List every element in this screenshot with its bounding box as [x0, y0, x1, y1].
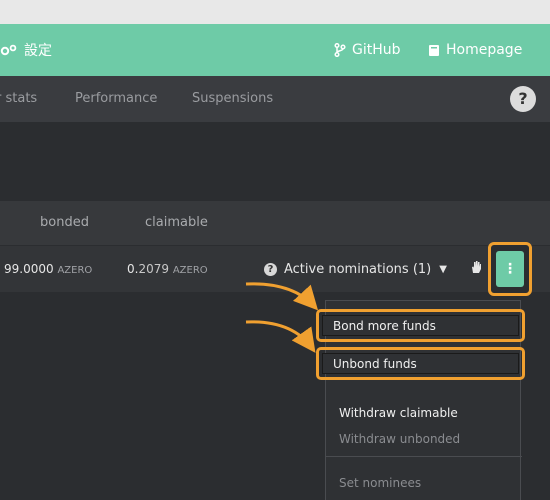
bonded-unit: AZERO [57, 265, 93, 276]
table-row: 99.0000 AZERO 0.2079 AZERO ? Active nomi… [0, 246, 550, 292]
sub-navigation: r stats Performance Suspensions ? [0, 76, 550, 122]
claimable-cell: 0.2079 AZERO [127, 246, 208, 294]
tab-performance[interactable]: Performance [75, 76, 157, 122]
menu-divider [326, 456, 522, 457]
menu-item-unbond-funds[interactable]: Unbond funds [322, 353, 519, 374]
bonded-cell: 99.0000 AZERO [4, 246, 92, 294]
code-branch-icon [334, 43, 346, 57]
book-icon [429, 44, 439, 56]
settings-label: 設定 [24, 43, 52, 59]
question-icon: ? [264, 262, 277, 276]
settings-link[interactable]: 設定 [0, 40, 52, 60]
more-actions-button[interactable]: ⋮ [496, 251, 524, 287]
nominations-dropdown[interactable]: ? Active nominations (1) ▼ [264, 246, 447, 292]
nominations-label: Active nominations (1) [284, 261, 432, 277]
top-strip [0, 0, 550, 24]
menu-item-bond-more-funds[interactable]: Bond more funds [322, 315, 519, 336]
column-header-claimable: claimable [145, 215, 208, 230]
tab-stats[interactable]: r stats [0, 76, 37, 122]
unbond-highlight: Unbond funds [316, 347, 525, 380]
homepage-link[interactable]: Homepage [428, 40, 522, 60]
hand-cursor-icon [472, 261, 481, 273]
github-label: GitHub [352, 42, 401, 58]
menu-item-set-nominees[interactable]: Set nominees [326, 476, 522, 490]
claimable-unit: AZERO [172, 265, 208, 276]
claimable-int: 0. [127, 262, 139, 276]
column-header-bonded: bonded [40, 215, 89, 230]
tab-suspensions[interactable]: Suspensions [192, 76, 273, 122]
help-button[interactable]: ? [510, 86, 536, 112]
claimable-fraction: 2079 [138, 262, 169, 276]
menu-item-withdraw-unbonded[interactable]: Withdraw unbonded [326, 432, 522, 446]
homepage-label: Homepage [446, 42, 523, 58]
menu-item-withdraw-claimable[interactable]: Withdraw claimable [326, 406, 522, 420]
bonded-value: 99.0000 [4, 262, 54, 276]
bond-more-highlight: Bond more funds [316, 309, 525, 342]
top-navbar: 設定 GitHub Homepage [0, 24, 550, 76]
gears-icon [0, 44, 17, 56]
caret-down-icon: ▼ [439, 263, 447, 275]
table-header: bonded claimable [0, 201, 550, 245]
actions-highlight: ⋮ [488, 242, 532, 296]
github-link[interactable]: GitHub [334, 40, 401, 60]
